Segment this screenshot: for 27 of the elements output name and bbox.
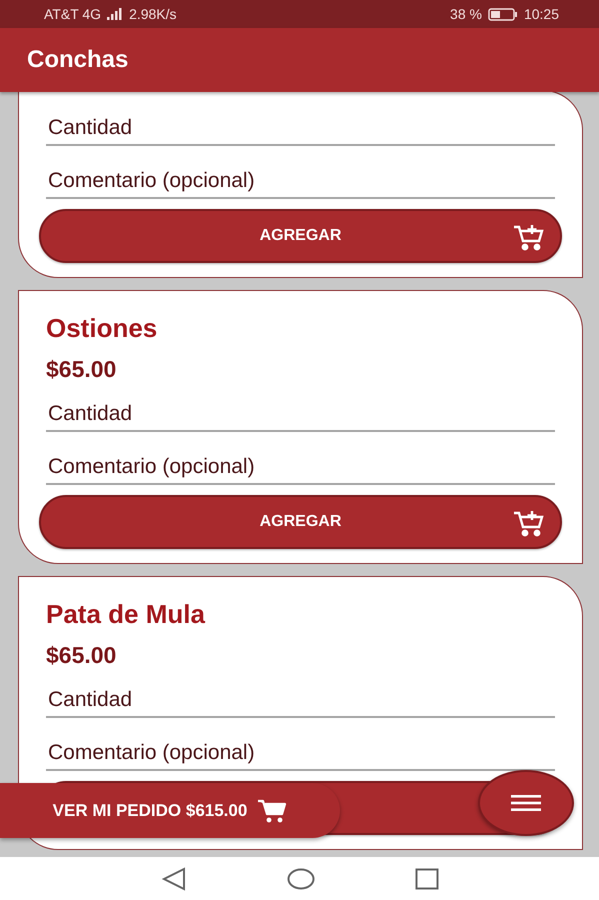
add-button[interactable]: AGREGAR <box>39 495 562 549</box>
quantity-field[interactable]: Cantidad <box>46 398 555 432</box>
screen-title: Conchas <box>27 46 128 74</box>
quantity-field[interactable]: Cantidad <box>46 112 555 146</box>
battery-icon <box>488 8 518 20</box>
product-name: Ostiones <box>45 312 158 344</box>
cart-plus-icon <box>512 223 546 251</box>
comment-field[interactable]: Comentario (opcional) <box>46 165 555 199</box>
back-button[interactable] <box>160 866 186 890</box>
carrier-text: AT&T 4G <box>44 6 102 22</box>
signal-icon <box>107 8 124 20</box>
view-order-button[interactable]: VER MI PEDIDO $615.00 <box>0 783 340 838</box>
add-button[interactable]: AGREGAR <box>39 209 562 263</box>
cart-plus-icon <box>512 509 546 537</box>
comment-field[interactable]: Comentario (opcional) <box>46 451 555 485</box>
product-name: Pata de Mula <box>45 598 206 630</box>
home-button[interactable] <box>286 868 314 890</box>
recents-button[interactable] <box>414 868 438 890</box>
menu-icon <box>511 793 541 813</box>
quantity-field[interactable]: Cantidad <box>46 684 555 718</box>
product-price: $65.00 <box>45 641 118 670</box>
cart-icon <box>257 798 288 824</box>
speed-text: 2.98K/s <box>129 6 177 22</box>
comment-field[interactable]: Comentario (opcional) <box>46 737 555 771</box>
product-price: $65.00 <box>45 355 118 384</box>
time-text: 10:25 <box>524 6 559 22</box>
battery-text: 38 % <box>450 6 482 22</box>
